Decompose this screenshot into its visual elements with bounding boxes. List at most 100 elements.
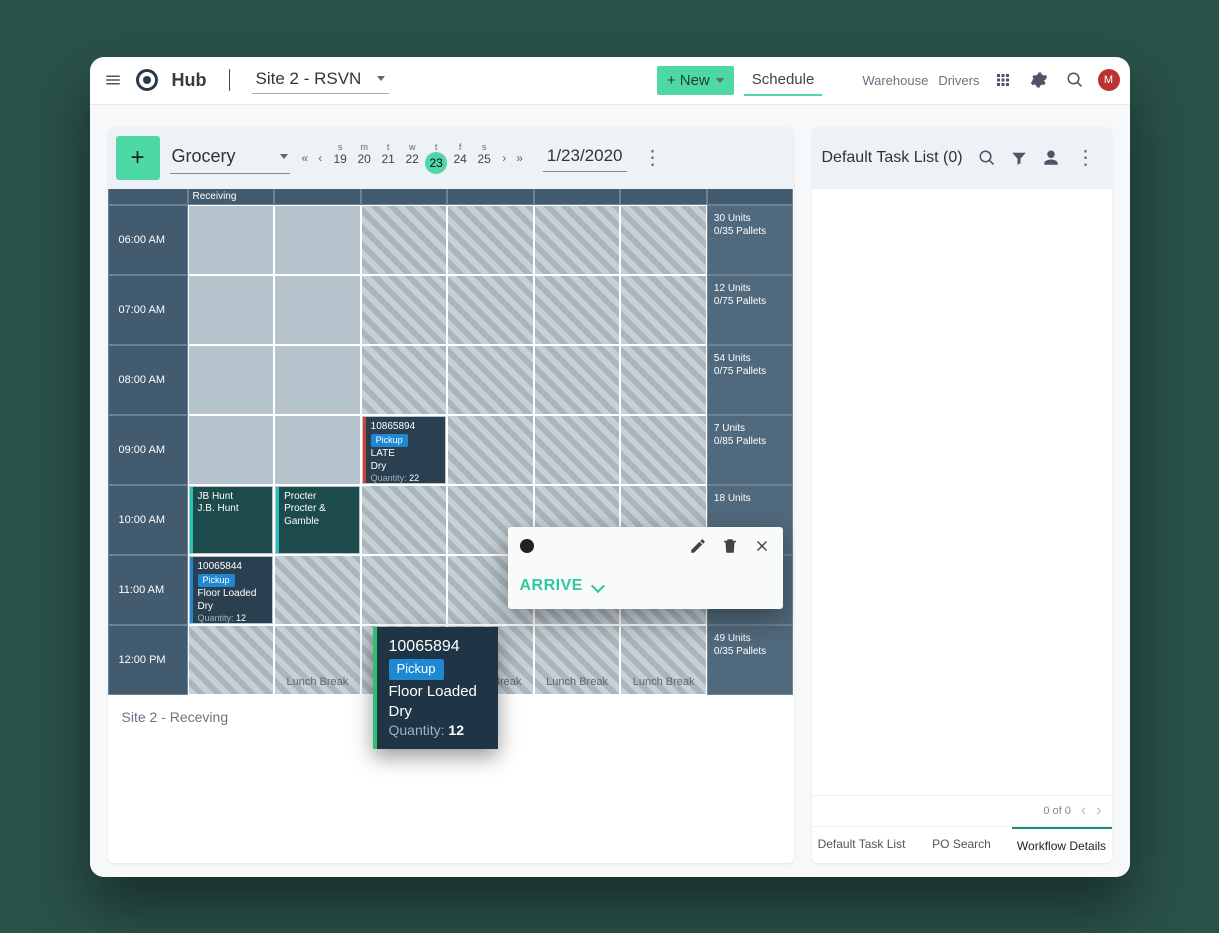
new-button[interactable]: + New	[657, 66, 734, 95]
slot[interactable]	[620, 205, 707, 275]
next-page-icon[interactable]: ›	[1096, 802, 1101, 820]
tab-po-search[interactable]: PO Search	[912, 827, 1012, 863]
slot[interactable]: Lunch Break	[274, 625, 361, 695]
slot[interactable]	[188, 345, 275, 415]
capacity-cell: 30 Units0/35 Pallets	[707, 205, 794, 275]
appt-id: 10065894	[389, 637, 486, 658]
caret-down-icon	[280, 154, 288, 159]
appointment-popover: ARRIVE	[508, 527, 783, 609]
prev-icon[interactable]: ‹	[316, 149, 324, 167]
tab-default-task-list[interactable]: Default Task List	[812, 827, 912, 863]
appt-qty: Quantity: 12	[389, 721, 486, 739]
slot[interactable]	[274, 345, 361, 415]
day-19[interactable]: s19	[330, 142, 350, 174]
slot[interactable]	[188, 275, 275, 345]
column-header	[274, 189, 361, 205]
slot[interactable]	[361, 485, 448, 555]
slot[interactable]	[361, 345, 448, 415]
time-label: 08:00 AM	[108, 345, 188, 415]
nav-drivers[interactable]: Drivers	[938, 73, 979, 88]
day-22[interactable]: w22	[402, 142, 422, 174]
slot[interactable]	[188, 415, 275, 485]
day-21[interactable]: t21	[378, 142, 398, 174]
slot[interactable]: ProcterProcter & Gamble	[274, 485, 361, 555]
day-25[interactable]: s25	[474, 142, 494, 174]
site-selector[interactable]: Site 2 - RSVN	[252, 67, 390, 94]
slot[interactable]: 10865894PickupLATEDryQuantity: 22	[361, 415, 448, 485]
schedule-tab[interactable]: Schedule	[744, 65, 823, 96]
column-header	[620, 189, 707, 205]
slot[interactable]	[534, 415, 621, 485]
prev-page-icon[interactable]: ‹	[1081, 802, 1086, 820]
slot[interactable]	[274, 275, 361, 345]
column-header	[361, 189, 448, 205]
appointment-card[interactable]: 10865894PickupLATEDryQuantity: 22	[363, 417, 446, 483]
info-icon[interactable]	[520, 539, 534, 553]
category-selector[interactable]: Grocery	[170, 142, 290, 174]
slot[interactable]	[274, 205, 361, 275]
slot[interactable]	[447, 415, 534, 485]
tab-workflow-details[interactable]: Workflow Details	[1012, 827, 1112, 863]
slot[interactable]	[188, 625, 275, 695]
slot[interactable]	[361, 275, 448, 345]
appointment-card[interactable]: JB HuntJ.B. Hunt	[190, 487, 273, 553]
slot[interactable]: Lunch Break	[534, 625, 621, 695]
date-field[interactable]: 1/23/2020	[543, 143, 627, 172]
person-icon[interactable]	[1038, 145, 1064, 171]
time-label: 11:00 AM	[108, 555, 188, 625]
capacity-cell: 7 Units0/85 Pallets	[707, 415, 794, 485]
more-icon[interactable]: ⋮	[1070, 145, 1102, 170]
appointment-card[interactable]: ProcterProcter & Gamble	[276, 487, 359, 553]
slot[interactable]	[274, 555, 361, 625]
next-icon[interactable]: ›	[500, 149, 508, 167]
slot[interactable]	[361, 205, 448, 275]
day-20[interactable]: m20	[354, 142, 374, 174]
slot[interactable]	[447, 275, 534, 345]
tasklist-header: Default Task List (0) ⋮	[812, 127, 1112, 189]
slot[interactable]	[620, 415, 707, 485]
slot[interactable]	[361, 555, 448, 625]
last-icon[interactable]: »	[514, 149, 525, 167]
slot[interactable]: JB HuntJ.B. Hunt	[188, 485, 275, 555]
appointment-preview: 10065894 Pickup Floor Loaded Dry Quantit…	[373, 627, 498, 750]
arrive-action[interactable]: ARRIVE	[520, 577, 771, 595]
appt-line: Dry	[389, 702, 486, 722]
slot[interactable]	[534, 275, 621, 345]
tasklist-pager: 0 of 0 ‹ ›	[812, 795, 1112, 826]
search-icon[interactable]	[974, 145, 1000, 171]
filter-icon[interactable]	[1006, 145, 1032, 171]
add-button[interactable]: +	[116, 136, 160, 180]
slot[interactable]	[620, 275, 707, 345]
first-icon[interactable]: «	[300, 149, 311, 167]
day-24[interactable]: f24	[450, 142, 470, 174]
time-label: 07:00 AM	[108, 275, 188, 345]
slot[interactable]	[447, 205, 534, 275]
topbar: Hub Site 2 - RSVN + New Schedule Warehou…	[90, 57, 1130, 105]
close-icon[interactable]	[753, 537, 771, 555]
apps-icon[interactable]	[990, 67, 1016, 93]
slot[interactable]	[534, 205, 621, 275]
day-23[interactable]: t23	[426, 142, 446, 174]
column-header: Receiving	[188, 189, 275, 205]
slot[interactable]	[188, 205, 275, 275]
slot[interactable]: Lunch Break	[620, 625, 707, 695]
slot[interactable]	[534, 345, 621, 415]
settings-icon[interactable]	[1026, 67, 1052, 93]
nav-warehouse[interactable]: Warehouse	[862, 73, 928, 88]
column-header	[534, 189, 621, 205]
more-icon[interactable]: ⋮	[637, 145, 669, 170]
slot[interactable]	[274, 415, 361, 485]
menu-icon[interactable]	[100, 67, 126, 93]
caret-down-icon	[716, 78, 724, 83]
tasklist-title: Default Task List (0)	[822, 149, 968, 167]
edit-icon[interactable]	[689, 537, 707, 555]
search-icon[interactable]	[1062, 67, 1088, 93]
slot[interactable]	[447, 345, 534, 415]
appointment-card[interactable]: 10065844PickupFloor LoadedDryQuantity: 1…	[190, 557, 273, 623]
avatar[interactable]: M	[1098, 69, 1120, 91]
slot[interactable]: 10065844PickupFloor LoadedDryQuantity: 1…	[188, 555, 275, 625]
schedule-panel: + Grocery « ‹ s19m20t21w22t23f24s25 › » …	[108, 127, 794, 863]
delete-icon[interactable]	[721, 537, 739, 555]
time-label: 12:00 PM	[108, 625, 188, 695]
slot[interactable]	[620, 345, 707, 415]
